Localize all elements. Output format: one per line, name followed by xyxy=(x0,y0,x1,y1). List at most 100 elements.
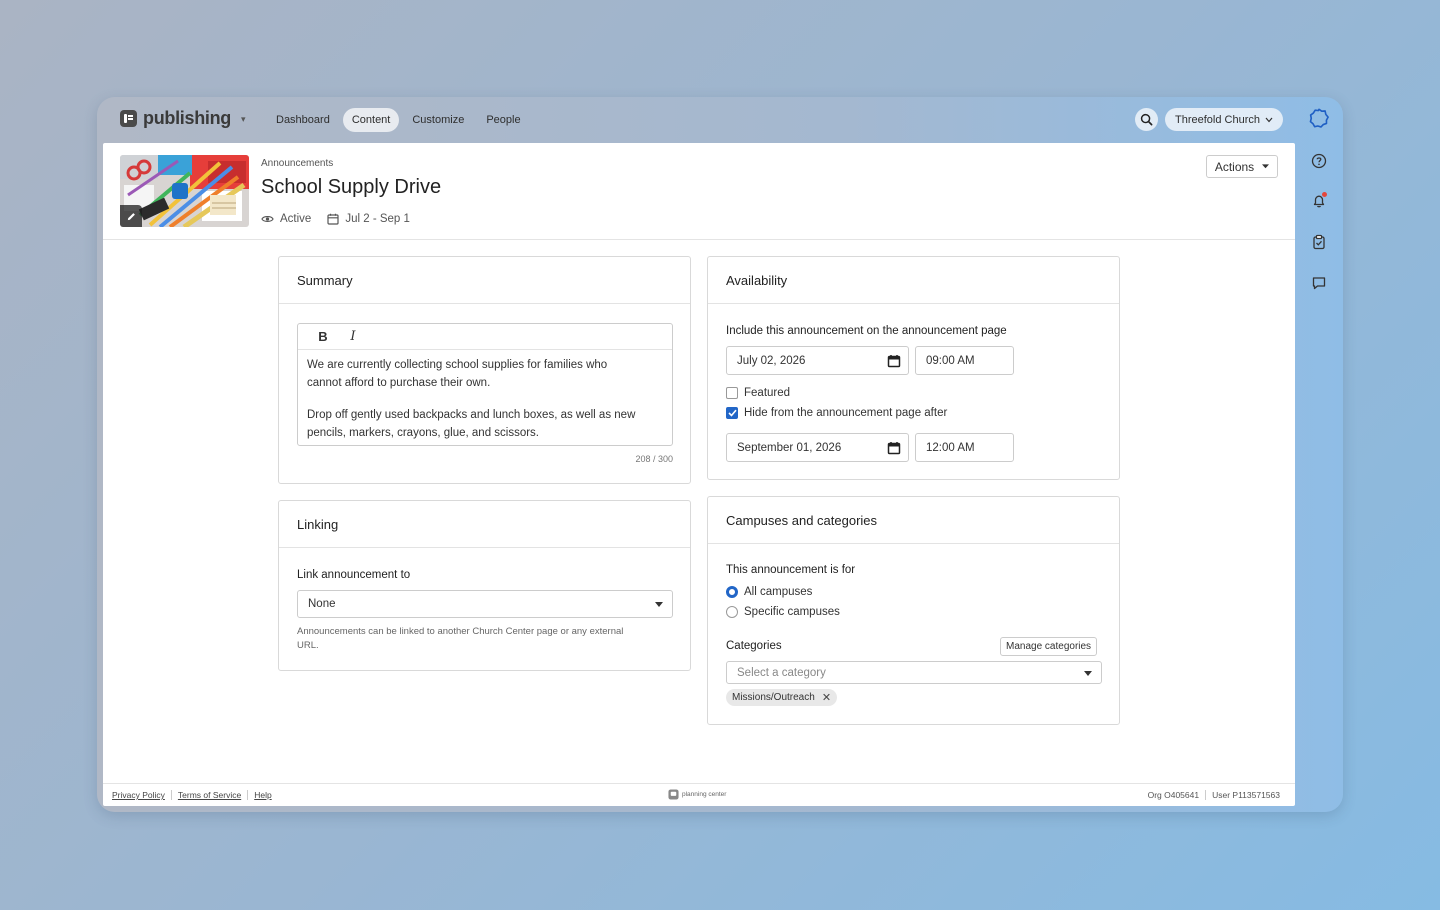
page-header: Announcements School Supply Drive Active… xyxy=(103,143,1295,240)
footer-links: Privacy Policy Terms of Service Help xyxy=(112,790,278,800)
actions-label: Actions xyxy=(1214,159,1255,174)
calendar-icon[interactable] xyxy=(887,354,901,368)
status-text: Active xyxy=(280,213,312,225)
hide-after-checkbox[interactable] xyxy=(726,407,738,419)
date-range-text: Jul 2 - Sep 1 xyxy=(345,213,410,225)
publishing-logo-icon xyxy=(120,110,137,127)
app-window: publishing ▾ Dashboard Content Customize… xyxy=(97,97,1343,812)
planning-center-brand: planning center xyxy=(668,789,726,800)
caret-down-icon xyxy=(1084,670,1092,676)
app-switcher[interactable]: publishing ▾ xyxy=(120,108,246,129)
nav-dashboard[interactable]: Dashboard xyxy=(267,108,339,132)
chat-icon[interactable] xyxy=(1309,273,1329,293)
link-label: Link announcement to xyxy=(297,569,411,581)
all-campuses-label: All campuses xyxy=(744,586,813,598)
end-date-input[interactable]: September 01, 2026 xyxy=(726,433,909,462)
hide-after-option[interactable]: Hide from the announcement page after xyxy=(726,407,947,419)
availability-heading: Availability xyxy=(708,257,1119,304)
search-icon xyxy=(1140,113,1153,126)
help-icon[interactable] xyxy=(1309,151,1329,171)
category-select[interactable]: Select a category xyxy=(726,661,1102,684)
start-time-value: 09:00 AM xyxy=(926,354,975,367)
org-switcher-button[interactable]: Threefold Church xyxy=(1165,108,1283,131)
link-selected-value: None xyxy=(308,598,336,610)
editor-body[interactable]: We are currently collecting school suppl… xyxy=(298,350,672,449)
specific-campuses-option[interactable]: Specific campuses xyxy=(726,606,840,618)
campuses-card: Campuses and categories This announcemen… xyxy=(707,496,1120,725)
featured-label: Featured xyxy=(744,387,791,399)
start-date-value: July 02, 2026 xyxy=(737,354,806,367)
link-select[interactable]: None xyxy=(297,590,673,618)
include-label: Include this announcement on the announc… xyxy=(726,325,1007,337)
nav-content[interactable]: Content xyxy=(342,108,400,132)
planning-center-logo-icon[interactable] xyxy=(1309,108,1329,128)
end-date-value: September 01, 2026 xyxy=(737,441,842,454)
calendar-icon xyxy=(327,213,339,225)
character-counter: 208 / 300 xyxy=(635,454,673,464)
chevron-down-icon: ▾ xyxy=(241,114,246,124)
search-button[interactable] xyxy=(1135,108,1158,131)
bold-button[interactable]: B xyxy=(316,329,330,344)
clipboard-check-icon[interactable] xyxy=(1309,232,1329,252)
categories-label: Categories xyxy=(726,640,782,652)
summary-card: Summary B I We are currently collecting … xyxy=(278,256,691,484)
pencil-icon xyxy=(127,212,135,220)
footer-brand-text: planning center xyxy=(682,791,727,798)
nav-people[interactable]: People xyxy=(477,108,529,132)
org-name: Threefold Church xyxy=(1175,113,1260,126)
summary-heading: Summary xyxy=(279,257,690,304)
footer: Privacy Policy Terms of Service Help pla… xyxy=(103,783,1295,806)
end-time-input[interactable]: 12:00 AM xyxy=(915,433,1014,462)
summary-paragraph: We are currently collecting school suppl… xyxy=(307,359,608,389)
announcement-image[interactable] xyxy=(120,155,249,227)
category-tag-label: Missions/Outreach xyxy=(732,692,815,703)
hide-after-label: Hide from the announcement page after xyxy=(744,407,948,419)
notification-dot xyxy=(1322,192,1327,197)
all-campuses-radio[interactable] xyxy=(726,586,738,598)
start-date-input[interactable]: July 02, 2026 xyxy=(726,346,909,375)
calendar-icon[interactable] xyxy=(887,441,901,455)
status-indicator: Active xyxy=(261,213,311,225)
eye-icon xyxy=(261,216,274,222)
linking-card: Linking Link announcement to None Announ… xyxy=(278,500,691,671)
specific-campuses-label: Specific campuses xyxy=(744,606,840,618)
help-link[interactable]: Help xyxy=(247,790,277,800)
featured-checkbox[interactable] xyxy=(726,387,738,399)
app-name: publishing xyxy=(143,108,231,128)
featured-option[interactable]: Featured xyxy=(726,387,790,399)
italic-button[interactable]: I xyxy=(346,329,360,344)
all-campuses-option[interactable]: All campuses xyxy=(726,586,812,598)
end-time-value: 12:00 AM xyxy=(926,441,975,454)
link-help-text: Announcements can be linked to another C… xyxy=(297,626,624,651)
campuses-heading: Campuses and categories xyxy=(708,497,1119,544)
main-panel: Announcements School Supply Drive Active… xyxy=(103,143,1295,806)
editor-toolbar: B I xyxy=(298,324,672,350)
privacy-policy-link[interactable]: Privacy Policy xyxy=(112,790,171,800)
caret-down-icon xyxy=(655,602,663,607)
manage-categories-button[interactable]: Manage categories xyxy=(1000,637,1098,656)
nav-customize[interactable]: Customize xyxy=(403,108,473,132)
main-nav: Dashboard Content Customize People xyxy=(267,108,530,132)
footer-ids: Org O405641 User P113571563 xyxy=(1142,790,1286,800)
actions-button[interactable]: Actions xyxy=(1206,155,1278,178)
caret-down-icon xyxy=(1262,164,1270,169)
start-time-input[interactable]: 09:00 AM xyxy=(915,346,1014,375)
category-placeholder: Select a category xyxy=(737,666,826,679)
summary-editor[interactable]: B I We are currently collecting school s… xyxy=(297,323,673,446)
right-rail xyxy=(1295,97,1343,812)
category-tag: Missions/Outreach ✕ xyxy=(726,689,838,706)
bell-icon[interactable] xyxy=(1309,191,1329,211)
close-icon[interactable]: ✕ xyxy=(822,691,831,704)
planning-center-logo-icon xyxy=(668,789,679,800)
for-label: This announcement is for xyxy=(726,564,856,576)
summary-paragraph: Drop off gently used backpacks and lunch… xyxy=(307,409,636,439)
specific-campuses-radio[interactable] xyxy=(726,606,738,618)
checkmark-icon xyxy=(727,409,737,417)
page-title: School Supply Drive xyxy=(261,176,442,198)
edit-image-button[interactable] xyxy=(120,205,142,227)
linking-heading: Linking xyxy=(279,501,690,548)
availability-card: Availability Include this announcement o… xyxy=(707,256,1120,480)
breadcrumb[interactable]: Announcements xyxy=(261,158,333,169)
announcement-meta: Active Jul 2 - Sep 1 xyxy=(261,213,410,225)
terms-of-service-link[interactable]: Terms of Service xyxy=(170,790,247,800)
